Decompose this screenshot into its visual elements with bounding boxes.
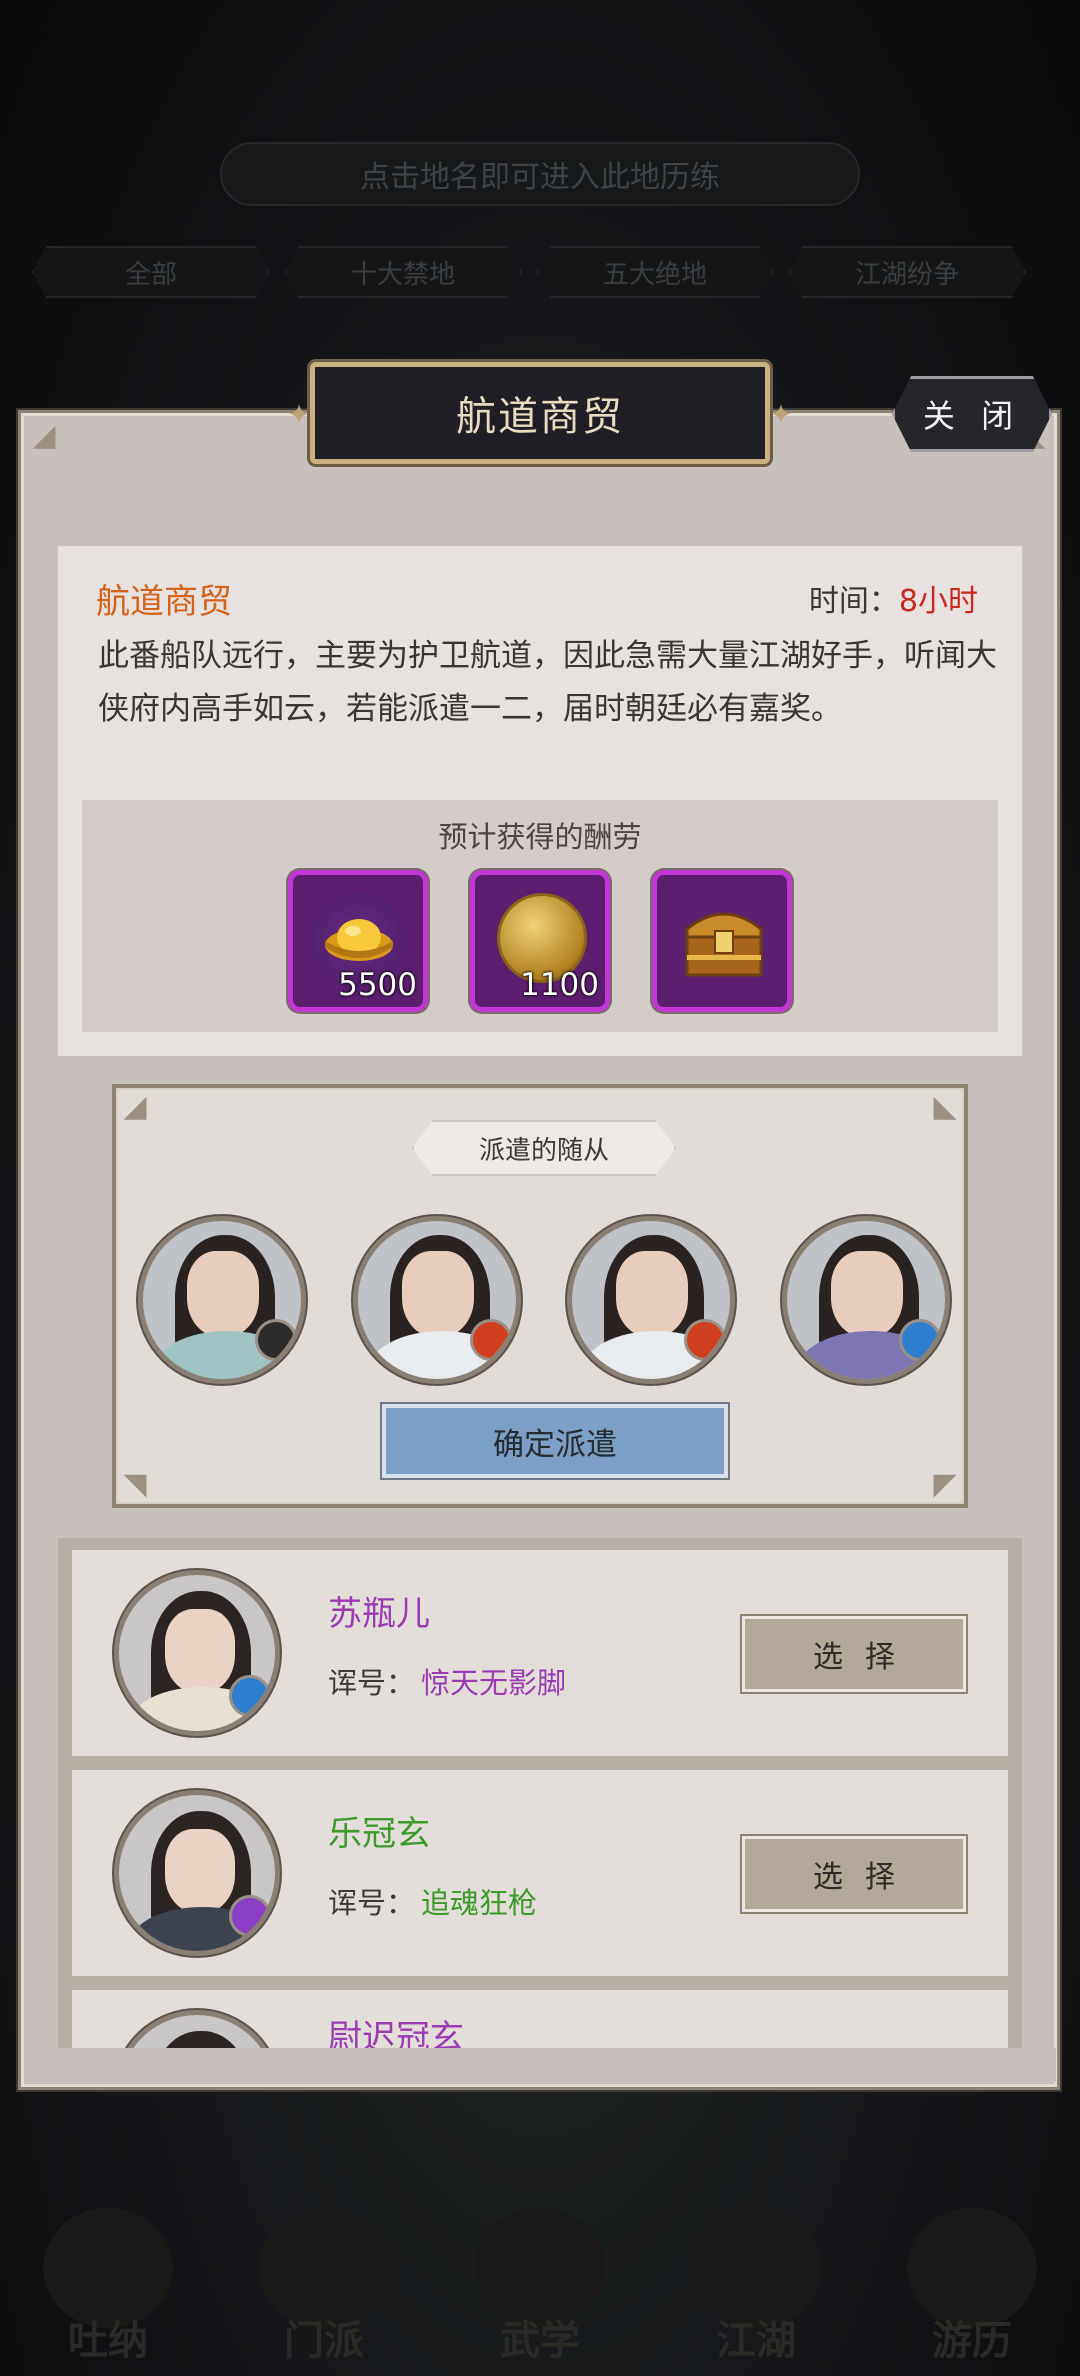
nav-breathing[interactable]: 吐纳: [18, 2196, 198, 2366]
spear-class-icon: [229, 1895, 271, 1937]
reward-items: 5500 1100: [82, 870, 998, 1012]
follower-slot-1[interactable]: [138, 1216, 306, 1384]
title-ornament-icon: ✦: [769, 398, 793, 431]
select-button[interactable]: 选择: [742, 1616, 966, 1692]
mission-info-card: 航道商贸 时间：8小时 此番船队远行，主要为护卫航道，因此急需大量江湖好手，听闻…: [58, 546, 1022, 1056]
mission-description: 此番船队远行，主要为护卫航道，因此急需大量江湖好手，听闻大侠府内高手如云，若能派…: [98, 638, 997, 727]
nav-label: 游历: [932, 2317, 1012, 2364]
avatar: [114, 1790, 280, 1956]
blade-class-icon: [469, 1319, 512, 1361]
follower-name: 苏瓶儿: [328, 1594, 430, 1634]
follower-nickname: 诨号： 惊天无影脚: [328, 1660, 566, 1702]
reward-box: 预计获得的酬劳 5500 1100: [82, 800, 998, 1032]
close-button[interactable]: 关 闭: [892, 376, 1052, 452]
reward-title: 预计获得的酬劳: [438, 820, 642, 854]
corner-ornament-icon: ◣: [933, 1089, 957, 1124]
nav-travel[interactable]: 游历: [882, 2196, 1062, 2366]
nickname-label: 诨号：: [328, 1886, 416, 1920]
tab-all[interactable]: 全部: [32, 246, 270, 298]
dialog-title: 航道商贸: [310, 362, 770, 464]
gold-ingot-icon: [325, 919, 393, 961]
corner-ornament-icon: ◢: [123, 1089, 147, 1124]
portrait-face: [165, 1609, 235, 1693]
panel-bottom-edge: [24, 2048, 1056, 2082]
kick-class-icon: [229, 1675, 271, 1717]
follower-row: 苏瓶儿 诨号： 惊天无影脚 选择: [72, 1550, 1008, 1756]
corner-ornament-icon: ◥: [123, 1467, 147, 1502]
reward-item-medal[interactable]: 1100: [470, 870, 610, 1012]
follower-slot-4[interactable]: [781, 1216, 950, 1384]
dispatch-label: 派遣的随从: [412, 1120, 676, 1176]
treasure-chest-icon: [685, 912, 763, 977]
nav-martial-arts[interactable]: 武学: [450, 2196, 630, 2366]
nav-label: 门派: [284, 2317, 364, 2364]
portrait-face: [165, 1829, 235, 1913]
time-label: 时间：: [808, 584, 899, 619]
dispatch-panel: ◢ ◣ ◥ ◤ 派遣的随从 确定派遣: [112, 1084, 968, 1508]
follower-slot-2[interactable]: [352, 1216, 521, 1384]
follower-slot-3[interactable]: [567, 1216, 736, 1384]
nickname-value: 惊天无影脚: [421, 1666, 567, 1700]
nav-sect[interactable]: 门派: [234, 2196, 414, 2366]
follower-slots: [138, 1216, 950, 1384]
select-button[interactable]: 选择: [742, 1836, 966, 1912]
nav-jianghu[interactable]: 江湖: [666, 2196, 846, 2366]
reward-item-chest[interactable]: [652, 870, 792, 1012]
portrait-face: [830, 1251, 903, 1337]
corner-ornament-icon: ◤: [933, 1467, 957, 1502]
tab-forbidden-lands[interactable]: 十大禁地: [284, 246, 522, 298]
nav-label: 江湖: [716, 2317, 796, 2364]
sword-class-icon: [898, 1319, 941, 1361]
tab-jianghu-disputes[interactable]: 江湖纷争: [788, 246, 1026, 298]
mission-name: 航道商贸: [96, 582, 232, 622]
avatar: [114, 1570, 280, 1736]
reward-count: 5500: [338, 967, 417, 1003]
follower-name: 乐冠玄: [328, 1814, 430, 1854]
fist-class-icon: [255, 1319, 297, 1361]
mission-time: 时间：8小时: [809, 576, 978, 620]
confirm-dispatch-button[interactable]: 确定派遣: [382, 1404, 728, 1478]
portrait-face: [187, 1251, 259, 1337]
tab-deadly-lands[interactable]: 五大绝地: [536, 246, 774, 298]
region-tabs: 全部 十大禁地 五大绝地 江湖纷争: [0, 246, 1080, 302]
portrait-face: [401, 1251, 474, 1337]
follower-name: 尉迟冠玄: [328, 2018, 464, 2052]
nav-label: 武学: [500, 2317, 580, 2364]
portrait-face: [616, 1251, 689, 1337]
corner-ornament-icon: ◢: [32, 418, 56, 453]
bottom-nav: 吐纳 门派 武学 江湖 游历: [0, 2190, 1080, 2376]
nickname-label: 诨号：: [328, 1666, 416, 1700]
follower-list[interactable]: 苏瓶儿 诨号： 惊天无影脚 选择 乐冠玄 诨号： 追魂狂枪 选择 尉迟冠玄: [58, 1538, 1022, 2052]
time-value: 8小时: [898, 584, 978, 619]
nav-label: 吐纳: [68, 2317, 148, 2364]
reward-count: 1100: [520, 967, 599, 1003]
reward-item-gold[interactable]: 5500: [288, 870, 428, 1012]
blade-class-icon: [684, 1319, 727, 1361]
follower-nickname: 诨号： 追魂狂枪: [328, 1880, 537, 1922]
nickname-value: 追魂狂枪: [421, 1886, 538, 1920]
follower-row: 乐冠玄 诨号： 追魂狂枪 选择: [72, 1770, 1008, 1976]
avatar: [114, 2010, 280, 2052]
follower-row: 尉迟冠玄: [72, 1990, 1008, 2052]
map-hint: 点击地名即可进入此地历练: [220, 142, 860, 206]
